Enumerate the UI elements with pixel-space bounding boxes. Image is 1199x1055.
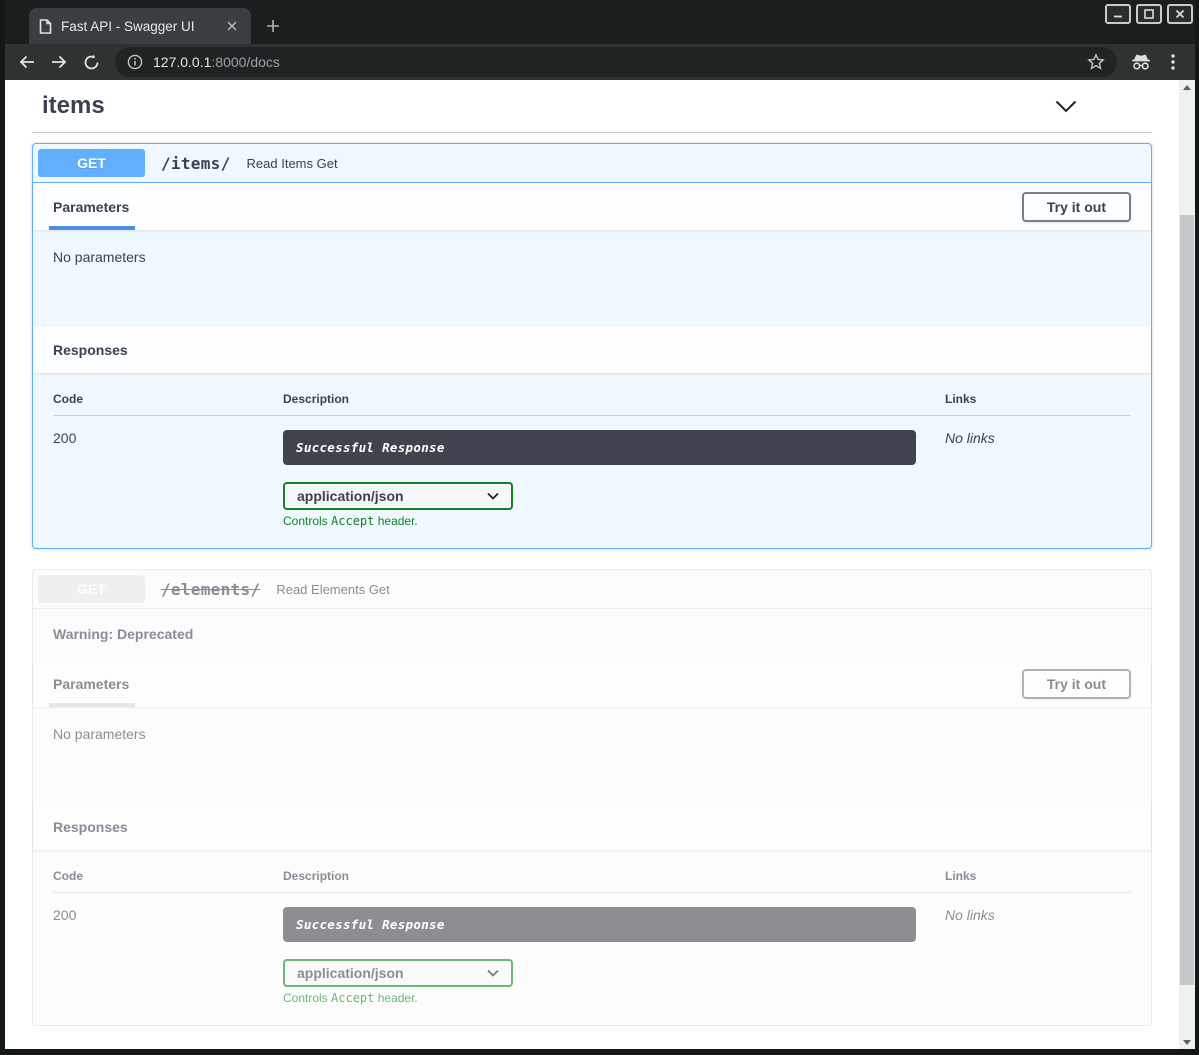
- tag-title: items: [42, 92, 105, 120]
- accept-header-note: Controls Accept header.: [283, 514, 916, 528]
- parameters-title: Parameters: [53, 676, 129, 692]
- opblock-get-elements-deprecated: GET /elements/ Read Elements Get Warning…: [32, 569, 1152, 1026]
- collapse-chevron-icon[interactable]: [1055, 100, 1142, 113]
- responses-table-head: Code Description Links: [53, 392, 1131, 416]
- response-row-200: 200 Successful Response application/json…: [53, 416, 1131, 528]
- address-bar[interactable]: 127.0.0.1:8000/docs: [115, 47, 1117, 77]
- endpoint-path: /elements/: [145, 580, 270, 599]
- scroll-down-arrow[interactable]: [1179, 1035, 1195, 1049]
- code-column-header: Code: [53, 392, 283, 406]
- responses-body: Code Description Links 200 Successful Re…: [33, 850, 1151, 1025]
- incognito-avatar-icon: [1127, 48, 1155, 76]
- opblock-get-items: GET /items/ Read Items Get Parameters Tr…: [32, 143, 1152, 549]
- response-code: 200: [53, 907, 283, 1005]
- window-minimize-button[interactable]: [1105, 4, 1131, 24]
- parameters-body: No parameters: [33, 230, 1151, 326]
- page-scrollbar[interactable]: [1179, 80, 1195, 1049]
- description-column-header: Description: [283, 392, 945, 406]
- responses-body: Code Description Links 200 Successful Re…: [33, 373, 1151, 548]
- response-description: Successful Response: [283, 907, 916, 942]
- forward-button[interactable]: [45, 48, 73, 76]
- response-code: 200: [53, 430, 283, 528]
- responses-title: Responses: [53, 342, 128, 358]
- response-description: Successful Response: [283, 430, 916, 465]
- try-it-out-button[interactable]: Try it out: [1022, 669, 1131, 699]
- responses-title: Responses: [53, 819, 128, 835]
- description-column-header: Description: [283, 869, 945, 883]
- no-parameters-text: No parameters: [53, 726, 1131, 742]
- site-info-icon[interactable]: [127, 54, 143, 70]
- parameters-active-underline: [49, 226, 135, 230]
- browser-tab[interactable]: Fast API - Swagger UI: [29, 8, 251, 44]
- endpoint-summary: Read Elements Get: [270, 582, 389, 597]
- media-type-select[interactable]: application/json: [283, 959, 513, 987]
- scroll-up-arrow[interactable]: [1179, 80, 1195, 94]
- select-caret-icon: [487, 492, 499, 500]
- browser-toolbar: 127.0.0.1:8000/docs: [5, 44, 1195, 80]
- endpoint-summary: Read Items Get: [241, 156, 338, 171]
- window-maximize-button[interactable]: [1136, 4, 1162, 24]
- swagger-page: items GET /items/ Read Items Get Paramet…: [5, 80, 1179, 1049]
- opblock-summary-items[interactable]: GET /items/ Read Items Get: [33, 144, 1151, 183]
- parameters-title: Parameters: [53, 199, 129, 215]
- accept-header-note: Controls Accept header.: [283, 991, 916, 1005]
- code-column-header: Code: [53, 869, 283, 883]
- url-text: 127.0.0.1:8000/docs: [153, 54, 1077, 70]
- tag-section-header[interactable]: items: [32, 88, 1152, 133]
- links-column-header: Links: [945, 869, 1131, 883]
- try-it-out-button[interactable]: Try it out: [1022, 192, 1131, 222]
- parameters-body: No parameters: [33, 707, 1151, 803]
- method-badge: GET: [38, 575, 145, 603]
- parameters-active-underline: [49, 703, 135, 707]
- media-type-value: application/json: [297, 488, 404, 504]
- bookmark-star-icon[interactable]: [1087, 53, 1105, 71]
- browser-menu-button[interactable]: [1159, 48, 1187, 76]
- page-viewport: items GET /items/ Read Items Get Paramet…: [5, 80, 1195, 1049]
- parameters-header: Parameters Try it out: [33, 183, 1151, 230]
- links-column-header: Links: [945, 392, 1131, 406]
- window-close-button[interactable]: [1167, 4, 1193, 24]
- select-caret-icon: [487, 969, 499, 977]
- page-favicon-icon: [39, 19, 52, 34]
- method-badge: GET: [38, 149, 145, 177]
- parameters-header: Parameters Try it out: [33, 660, 1151, 707]
- media-type-value: application/json: [297, 965, 404, 981]
- browser-window: Fast API - Swagger UI: [0, 0, 1199, 1055]
- back-button[interactable]: [13, 48, 41, 76]
- scrollbar-thumb[interactable]: [1180, 215, 1194, 985]
- responses-header: Responses: [33, 326, 1151, 373]
- plus-icon: [266, 19, 280, 33]
- no-parameters-text: No parameters: [53, 249, 1131, 265]
- response-links: No links: [945, 907, 1131, 1005]
- reload-button[interactable]: [77, 48, 105, 76]
- tab-close-icon[interactable]: [223, 17, 241, 35]
- media-type-select[interactable]: application/json: [283, 482, 513, 510]
- deprecated-warning: Warning: Deprecated: [33, 609, 1151, 660]
- response-row-200: 200 Successful Response application/json…: [53, 893, 1131, 1005]
- responses-table-head: Code Description Links: [53, 869, 1131, 893]
- response-links: No links: [945, 430, 1131, 528]
- responses-header: Responses: [33, 803, 1151, 850]
- new-tab-button[interactable]: [259, 12, 287, 40]
- endpoint-path: /items/: [145, 154, 241, 173]
- tab-title: Fast API - Swagger UI: [61, 19, 214, 34]
- tab-strip: Fast API - Swagger UI: [5, 0, 1195, 44]
- opblock-summary-elements[interactable]: GET /elements/ Read Elements Get: [33, 570, 1151, 609]
- window-controls: [1105, 4, 1193, 24]
